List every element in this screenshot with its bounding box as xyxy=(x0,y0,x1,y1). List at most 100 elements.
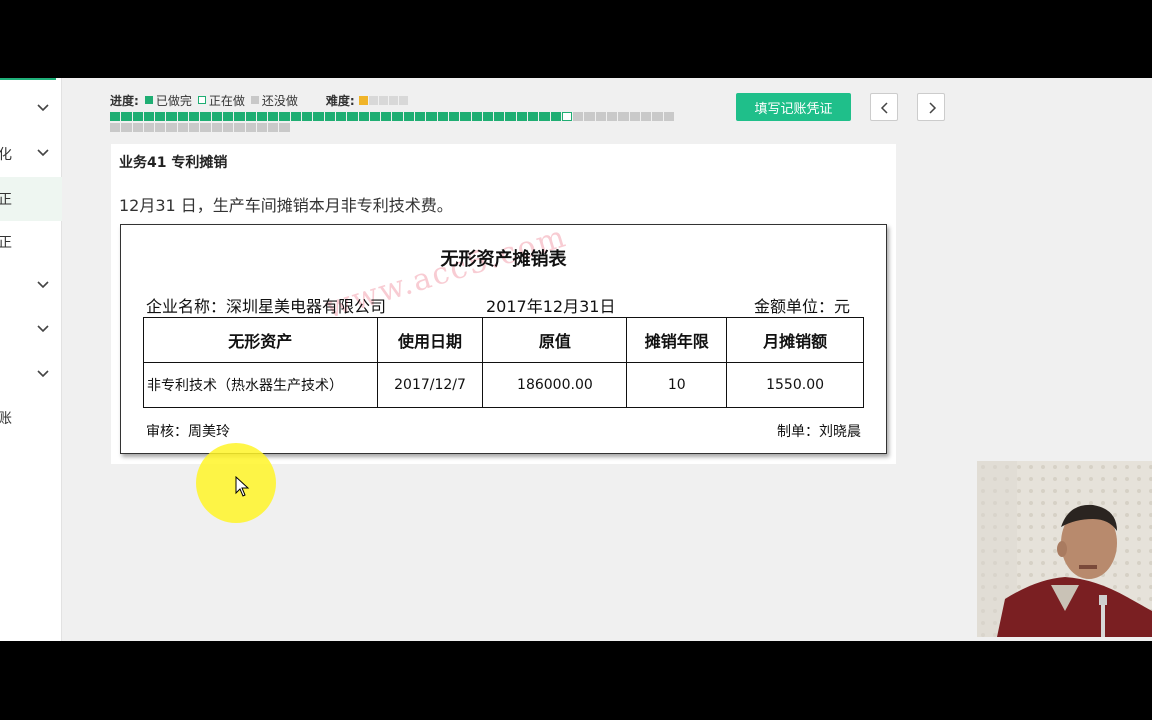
task-progress-cell[interactable] xyxy=(155,123,166,132)
task-progress-cell[interactable] xyxy=(369,112,381,121)
task-progress-cell[interactable] xyxy=(358,112,369,121)
task-progress-cell[interactable] xyxy=(494,112,505,121)
chevron-down-icon xyxy=(37,325,49,333)
task-progress-cell[interactable] xyxy=(177,123,189,132)
task-progress-cell[interactable] xyxy=(584,112,595,121)
task-progress-cell[interactable] xyxy=(539,112,550,121)
sidebar-item[interactable]: 账 xyxy=(0,396,62,440)
task-progress-cell[interactable] xyxy=(189,112,200,121)
task-progress-cell[interactable] xyxy=(200,123,211,132)
task-progress-cell[interactable] xyxy=(302,112,313,121)
task-progress-cell[interactable] xyxy=(324,112,335,121)
chevron-down-icon xyxy=(37,149,49,157)
task-progress-cell[interactable] xyxy=(177,112,189,121)
task-progress-cell[interactable] xyxy=(313,112,324,121)
task-progress-cell[interactable] xyxy=(222,123,234,132)
task-progress-cell[interactable] xyxy=(234,123,245,132)
legend-done: 已做完 xyxy=(155,93,192,108)
fill-voucher-button[interactable]: 填写记账凭证 xyxy=(736,93,851,121)
todo-square-icon xyxy=(250,96,259,104)
preparer: 制单：刘晓晨 xyxy=(777,424,861,440)
task-progress-cell[interactable] xyxy=(245,123,256,132)
task-progress-cell[interactable] xyxy=(448,112,460,121)
prev-task-button[interactable] xyxy=(870,93,898,121)
company-name: 企业名称：深圳星美电器有限公司 xyxy=(146,297,387,316)
task-progress-cell[interactable] xyxy=(256,112,268,121)
task-progress-cell[interactable] xyxy=(279,112,290,121)
sidebar-item-label: 正 xyxy=(0,192,12,208)
task-progress-cell[interactable] xyxy=(482,112,494,121)
task-progress-cell[interactable] xyxy=(640,112,652,121)
task-progress-cell[interactable] xyxy=(629,112,640,121)
doing-square-icon xyxy=(197,96,206,104)
task-progress-cell[interactable] xyxy=(527,112,539,121)
table-header-cell: 使用日期 xyxy=(376,317,484,363)
done-square-icon xyxy=(144,96,153,104)
task-progress-cell[interactable] xyxy=(550,112,561,121)
task-progress-cell[interactable] xyxy=(121,112,132,121)
task-progress-cell[interactable] xyxy=(110,123,121,132)
next-task-button[interactable] xyxy=(917,93,945,121)
table-row: 非专利技术（热水器生产技术） 2017/12/7 186000.00 10 1550.0… xyxy=(143,362,864,408)
sidebar-item[interactable]: 正 xyxy=(0,177,62,221)
task-progress-cell[interactable] xyxy=(618,112,629,121)
task-progress-cell[interactable] xyxy=(392,112,403,121)
task-progress-cell[interactable] xyxy=(143,112,155,121)
progress-label: 进度: xyxy=(110,93,139,108)
legend-todo: 还没做 xyxy=(261,93,298,108)
task-description: 12月31 日，生产车间摊销本月非专利技术费。 xyxy=(119,196,453,215)
sidebar-item[interactable] xyxy=(0,264,62,308)
task-progress-cell[interactable] xyxy=(652,112,663,121)
task-progress-cell[interactable] xyxy=(607,112,618,121)
task-progress-cell[interactable] xyxy=(211,123,222,132)
task-progress-cell[interactable] xyxy=(211,112,222,121)
task-progress-cell[interactable] xyxy=(290,112,302,121)
task-progress-cell[interactable] xyxy=(256,123,268,132)
task-progress-cell[interactable] xyxy=(595,112,607,121)
sidebar-item-label: 化 xyxy=(0,147,12,163)
task-progress-cell[interactable] xyxy=(245,112,256,121)
sidebar-item[interactable] xyxy=(0,353,62,397)
progress-area: 进度: 已做完 正在做 还没做 难度: xyxy=(110,92,710,132)
task-progress-cell[interactable] xyxy=(415,112,426,121)
sidebar-item[interactable]: 正 xyxy=(0,220,62,264)
task-progress-cell[interactable] xyxy=(268,112,279,121)
task-progress-cell[interactable] xyxy=(222,112,234,121)
task-progress-cell[interactable] xyxy=(561,112,573,121)
table-cell: 2017/12/7 xyxy=(376,362,484,408)
task-progress-cell[interactable] xyxy=(200,112,211,121)
legend-doing: 正在做 xyxy=(208,93,245,108)
task-progress-cell[interactable] xyxy=(234,112,245,121)
presenter-video xyxy=(977,461,1152,637)
task-progress-cell[interactable] xyxy=(166,123,177,132)
reviewer: 审核：周美玲 xyxy=(146,424,230,440)
task-progress-cell[interactable] xyxy=(155,112,166,121)
task-progress-cell[interactable] xyxy=(166,112,177,121)
task-card: 业务41 专利摊销 12月31 日，生产车间摊销本月非专利技术费。 www.ac… xyxy=(111,144,896,464)
task-progress-cell[interactable] xyxy=(381,112,392,121)
task-progress-cell[interactable] xyxy=(347,112,358,121)
task-progress-cell[interactable] xyxy=(573,112,584,121)
task-progress-cell[interactable] xyxy=(121,123,132,132)
task-progress-cell[interactable] xyxy=(189,123,200,132)
task-progress-cell[interactable] xyxy=(268,123,279,132)
task-progress-cell[interactable] xyxy=(403,112,415,121)
sidebar-item[interactable] xyxy=(0,87,62,131)
task-progress-cell[interactable] xyxy=(471,112,482,121)
task-progress-cell[interactable] xyxy=(143,123,155,132)
task-progress-cell[interactable] xyxy=(516,112,527,121)
task-progress-cell[interactable] xyxy=(335,112,347,121)
task-progress-cell[interactable] xyxy=(460,112,471,121)
sidebar-item[interactable]: 化 xyxy=(0,132,62,176)
task-progress-cell[interactable] xyxy=(437,112,448,121)
task-progress-cell[interactable] xyxy=(132,112,143,121)
task-progress-cell[interactable] xyxy=(505,112,516,121)
table-header-cell: 摊销年限 xyxy=(626,317,728,363)
task-progress-cell[interactable] xyxy=(663,112,674,121)
task-progress-cell[interactable] xyxy=(132,123,143,132)
sidebar-item[interactable] xyxy=(0,308,62,352)
task-progress-cell[interactable] xyxy=(110,112,121,121)
task-progress-cell[interactable] xyxy=(279,123,290,132)
chevron-down-icon xyxy=(37,104,49,112)
task-progress-cell[interactable] xyxy=(426,112,437,121)
